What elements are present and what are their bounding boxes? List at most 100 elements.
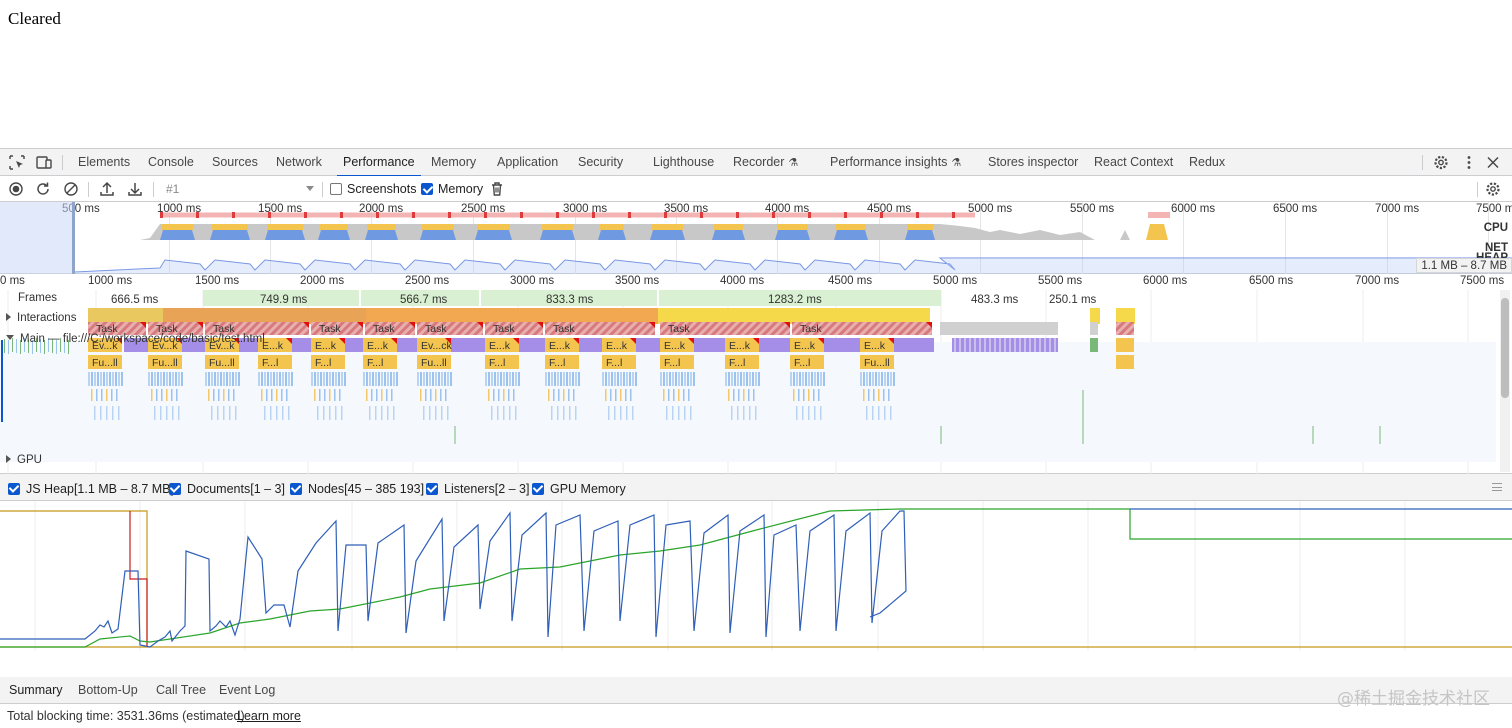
call-bar <box>500 372 502 386</box>
counter-checkbox[interactable] <box>290 483 302 495</box>
more-options-icon[interactable] <box>1460 154 1478 171</box>
call-bar <box>238 372 240 386</box>
device-toolbar-icon[interactable] <box>35 154 53 171</box>
counter-checkbox[interactable] <box>169 483 181 495</box>
tab-call-tree[interactable]: Call Tree <box>156 677 206 704</box>
call-bar <box>266 389 268 401</box>
long-task-marker <box>808 212 811 218</box>
main-track-label: Main — file:///C:/workspace/code/basic/t… <box>20 333 265 345</box>
upload-icon[interactable] <box>98 180 116 198</box>
call-bar <box>737 406 739 420</box>
call-bar <box>417 372 419 386</box>
tab-performance-insights[interactable]: Performance insights ⚗ <box>830 149 961 176</box>
frame-duration[interactable]: 483.3 ms <box>971 294 1018 306</box>
call-bar <box>669 372 671 386</box>
timeline-overview[interactable]: 500 ms 1000 ms 1500 ms 2000 ms 2500 ms 3000 m… <box>0 202 1512 274</box>
counter-gpu-memory[interactable]: GPU Memory <box>526 477 626 501</box>
counter-nodes[interactable]: Nodes[45 – 385 193] <box>284 477 424 501</box>
counter-checkbox[interactable] <box>532 483 544 495</box>
call-bar <box>884 406 886 420</box>
flame-chart[interactable]: 0 ms 1000 ms 1500 ms 2000 ms 2500 ms 3000 ms 3… <box>0 274 1512 474</box>
reload-record-icon[interactable] <box>34 180 52 198</box>
call-bar <box>553 389 555 401</box>
tab-memory[interactable]: Memory <box>431 149 476 176</box>
tab-lighthouse[interactable]: Lighthouse <box>653 149 714 176</box>
memory-checkbox[interactable] <box>421 183 433 195</box>
call-bar <box>112 406 114 420</box>
scrollbar-thumb[interactable] <box>1501 298 1509 398</box>
screenshots-checkbox[interactable] <box>330 183 342 195</box>
call-bar <box>261 372 263 386</box>
frame-duration[interactable]: 833.3 ms <box>546 294 593 306</box>
tab-bottom-up[interactable]: Bottom-Up <box>78 677 138 704</box>
tab-security[interactable]: Security <box>578 149 623 176</box>
tab-performance[interactable]: Performance <box>337 149 421 177</box>
tab-recorder[interactable]: Recorder ⚗ <box>733 149 798 176</box>
counter-documents[interactable]: Documents[1 – 3] <box>163 477 285 501</box>
tab-redux[interactable]: Redux <box>1189 149 1225 176</box>
interactions-track-header[interactable]: Interactions <box>6 312 76 324</box>
long-task-marker <box>844 212 847 218</box>
call-bar <box>728 372 730 386</box>
tab-console[interactable]: Console <box>148 149 194 176</box>
clear-icon[interactable] <box>62 180 80 198</box>
call-bar <box>279 372 281 386</box>
long-task-marker <box>952 212 955 218</box>
tab-stores-inspector[interactable]: Stores inspector <box>988 149 1078 176</box>
tab-application[interactable]: Application <box>497 149 558 176</box>
call-bar <box>211 372 213 386</box>
frame-duration[interactable]: 1283.2 ms <box>768 294 822 306</box>
tab-sources[interactable]: Sources <box>212 149 258 176</box>
gpu-track-header[interactable]: GPU <box>6 454 42 466</box>
call-bar <box>338 372 340 386</box>
record-icon[interactable] <box>7 180 25 198</box>
timeline-tick-label: 3000 ms <box>510 275 555 287</box>
long-task-marker <box>412 212 415 218</box>
frame-duration[interactable]: 666.5 ms <box>111 294 158 306</box>
capture-settings-gear-icon[interactable] <box>1484 180 1502 198</box>
tab-network[interactable]: Network <box>276 149 322 176</box>
flame-chart-scrollbar[interactable] <box>1500 290 1510 472</box>
main-track-header[interactable]: Main — file:///C:/workspace/code/basic/t… <box>6 333 265 345</box>
inspect-element-icon[interactable] <box>8 154 26 171</box>
call-bar <box>687 372 689 386</box>
recording-select[interactable]: #1 <box>160 180 318 198</box>
learn-more-link[interactable]: Learn more <box>237 704 301 728</box>
memory-counters-graph[interactable] <box>0 501 1512 677</box>
interaction-segment <box>1090 308 1100 324</box>
tab-elements[interactable]: Elements <box>78 149 130 176</box>
call-bar <box>281 389 283 401</box>
frame-duration[interactable]: 749.9 ms <box>260 294 307 306</box>
tab-summary[interactable]: Summary <box>9 677 62 704</box>
call-bar <box>156 389 158 401</box>
frame-duration[interactable]: 250.1 ms <box>1049 294 1096 306</box>
call-bar <box>217 372 219 386</box>
frame-duration[interactable]: 566.7 ms <box>400 294 447 306</box>
timeline-tick-label: 6500 ms <box>1249 275 1294 287</box>
trash-icon[interactable] <box>488 180 506 198</box>
download-icon[interactable] <box>126 180 144 198</box>
tab-event-log[interactable]: Event Log <box>219 677 275 704</box>
close-icon[interactable] <box>1484 154 1502 171</box>
long-task-marker <box>916 212 919 218</box>
counter-checkbox[interactable] <box>426 483 438 495</box>
call-bar <box>572 372 574 386</box>
call-bar <box>563 372 565 386</box>
call-bar <box>94 372 96 386</box>
screenshots-label[interactable]: Screenshots <box>347 176 416 202</box>
counter-js-heap[interactable]: JS Heap[1.1 MB – 8.7 MB] <box>2 477 174 501</box>
counter-listeners[interactable]: Listeners[2 – 3] <box>420 477 529 501</box>
resize-handle-icon[interactable] <box>1492 483 1502 491</box>
timeline-tick-label: 4500 ms <box>828 275 873 287</box>
settings-gear-icon[interactable] <box>1432 154 1450 171</box>
overview-selection-window[interactable] <box>0 202 75 274</box>
counter-checkbox[interactable] <box>8 483 20 495</box>
call-bar <box>802 406 804 420</box>
long-task-marker <box>664 212 667 218</box>
call-bar <box>429 372 431 386</box>
call-bar <box>693 372 695 386</box>
call-bar <box>608 372 610 386</box>
tab-react-context[interactable]: React Context <box>1094 149 1173 176</box>
cpu-event-area <box>477 224 510 230</box>
memory-label[interactable]: Memory <box>438 176 483 202</box>
